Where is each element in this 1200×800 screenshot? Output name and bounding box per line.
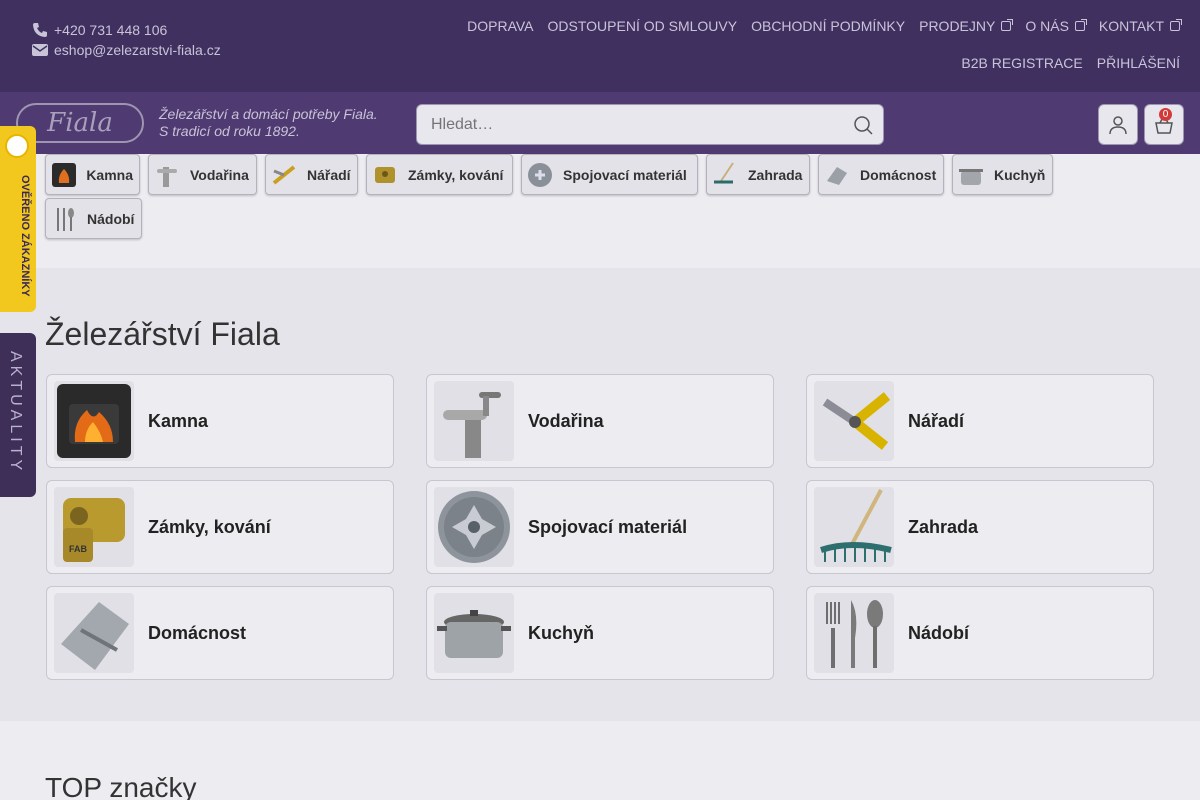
nav-doprava[interactable]: DOPRAVA xyxy=(467,18,533,34)
pill-kamna[interactable]: Kamna xyxy=(45,154,140,195)
svg-text:FAB: FAB xyxy=(69,544,88,554)
search-box xyxy=(416,104,884,145)
screw-icon xyxy=(434,487,514,567)
contact-info: +420 731 448 106 eshop@zelezarstvi-fiala… xyxy=(32,20,221,60)
phone-icon xyxy=(33,23,47,37)
card-zamky[interactable]: FAB Zámky, kování xyxy=(46,480,394,574)
pill-vodarina[interactable]: Vodařina xyxy=(148,154,257,195)
nav-kontakt[interactable]: KONTAKT xyxy=(1099,18,1182,34)
phone-number[interactable]: +420 731 448 106 xyxy=(54,22,167,38)
cutlery-icon xyxy=(814,593,894,673)
account-button[interactable] xyxy=(1098,104,1138,145)
cutlery-icon xyxy=(49,204,79,234)
pill-domacnost[interactable]: Domácnost xyxy=(818,154,944,195)
card-zahrada[interactable]: Zahrada xyxy=(806,480,1154,574)
pill-nadobi[interactable]: Nádobí xyxy=(45,198,142,239)
dustpan-icon xyxy=(822,160,852,190)
stove-icon xyxy=(49,160,78,190)
pot-icon xyxy=(956,160,986,190)
card-domacnost[interactable]: Domácnost xyxy=(46,586,394,680)
top-nav: DOPRAVA ODSTOUPENÍ OD SMLOUVY OBCHODNÍ P… xyxy=(453,18,1182,34)
screw-icon xyxy=(525,160,555,190)
lock-icon: FAB xyxy=(54,487,134,567)
cart-count-badge: 0 xyxy=(1159,108,1172,121)
card-nadobi[interactable]: Nádobí xyxy=(806,586,1154,680)
external-link-icon xyxy=(1001,19,1014,31)
mail-icon xyxy=(32,44,48,56)
login-link[interactable]: PŘIHLÁŠENÍ xyxy=(1097,55,1180,71)
email-row[interactable]: eshop@zelezarstvi-fiala.cz xyxy=(32,40,221,60)
card-vodarina[interactable]: Vodařina xyxy=(426,374,774,468)
header-band: Fiala Železářství a domácí potřeby Fiala… xyxy=(0,92,1200,154)
cart-button[interactable]: 0 xyxy=(1144,104,1184,145)
top-bar: +420 731 448 106 eshop@zelezarstvi-fiala… xyxy=(0,0,1200,92)
card-spojovaci[interactable]: Spojovací materiál xyxy=(426,480,774,574)
search-input[interactable] xyxy=(431,105,851,144)
rake-icon xyxy=(710,160,740,190)
verified-reviews-tab[interactable]: OVĚŘENO ZÁKAZNÍKY xyxy=(0,126,36,312)
stove-icon xyxy=(54,381,134,461)
page-title: Železářství Fiala xyxy=(45,316,280,352)
account-nav: B2B REGISTRACE PŘIHLÁŠENÍ xyxy=(947,55,1180,71)
faucet-icon xyxy=(434,381,514,461)
verified-seal-icon xyxy=(5,134,29,158)
pill-spojovaci[interactable]: Spojovací materiál xyxy=(521,154,698,195)
brands-title: TOP značky xyxy=(45,772,197,800)
rake-icon xyxy=(814,487,894,567)
pliers-icon xyxy=(269,160,299,190)
dustpan-icon xyxy=(54,593,134,673)
news-tab[interactable]: AKTUALITY xyxy=(0,333,36,497)
card-kamna[interactable]: Kamna xyxy=(46,374,394,468)
card-kuchyn[interactable]: Kuchyň xyxy=(426,586,774,680)
pill-kuchyn[interactable]: Kuchyň xyxy=(952,154,1053,195)
b2b-registration-link[interactable]: B2B REGISTRACE xyxy=(961,55,1082,71)
card-naradi[interactable]: Nářadí xyxy=(806,374,1154,468)
nav-o-nas[interactable]: O NÁS xyxy=(1025,18,1087,34)
nav-obchodni-podminky[interactable]: OBCHODNÍ PODMÍNKY xyxy=(751,18,905,34)
nav-odstoupeni[interactable]: ODSTOUPENÍ OD SMLOUVY xyxy=(548,18,738,34)
pill-zamky[interactable]: Zámky, kování xyxy=(366,154,513,195)
search-icon[interactable] xyxy=(853,115,873,135)
pill-naradi[interactable]: Nářadí xyxy=(265,154,358,195)
pill-zahrada[interactable]: Zahrada xyxy=(706,154,810,195)
pliers-icon xyxy=(814,381,894,461)
external-link-icon xyxy=(1074,19,1087,31)
external-link-icon xyxy=(1170,19,1182,31)
phone-row[interactable]: +420 731 448 106 xyxy=(32,20,221,40)
lock-icon xyxy=(370,160,400,190)
email-address[interactable]: eshop@zelezarstvi-fiala.cz xyxy=(54,42,221,58)
faucet-icon xyxy=(152,160,182,190)
nav-prodejny[interactable]: PRODEJNY xyxy=(919,18,1014,34)
pot-icon xyxy=(434,593,514,673)
tagline: Železářství a domácí potřeby Fiala. S tr… xyxy=(159,106,378,139)
user-icon xyxy=(1109,115,1127,134)
